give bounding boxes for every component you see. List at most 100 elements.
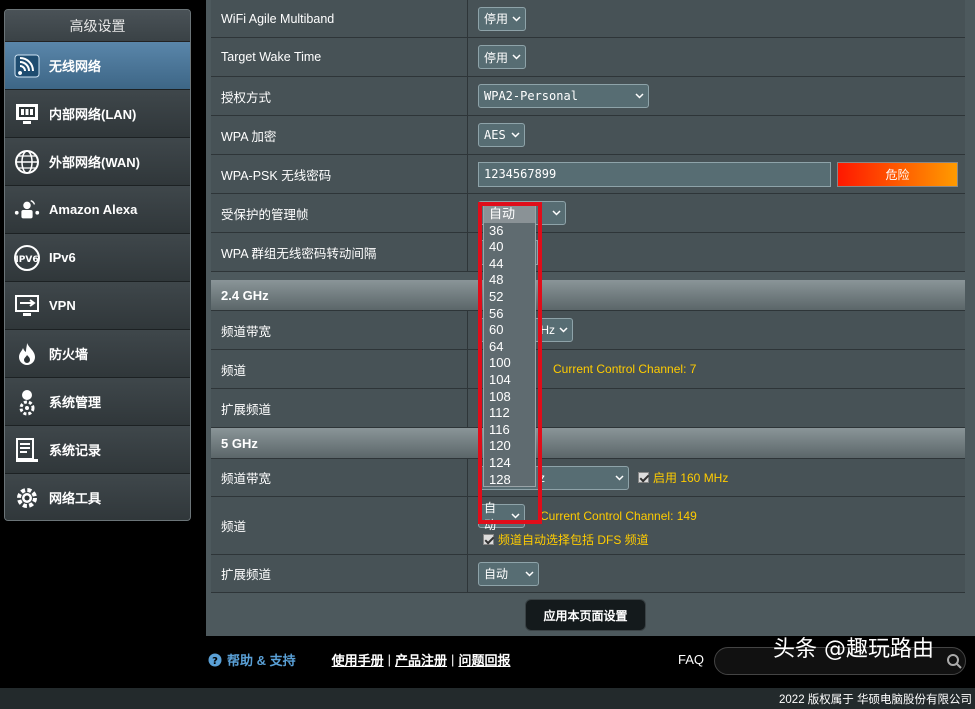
sidebar-item-label: Amazon Alexa bbox=[49, 202, 138, 217]
sidebar-item-admin[interactable]: 系统管理 bbox=[5, 378, 190, 426]
apply-settings-button[interactable]: 应用本页面设置 bbox=[525, 599, 646, 631]
section-5ghz: 5 GHz bbox=[211, 428, 965, 459]
chevron-down-icon bbox=[511, 132, 520, 138]
dropdown-option[interactable]: 124 bbox=[484, 455, 535, 472]
feedback-link[interactable]: 问题回报 bbox=[458, 650, 510, 669]
log-icon bbox=[13, 436, 41, 464]
dropdown-option[interactable]: 自动 bbox=[484, 206, 535, 223]
search-icon[interactable] bbox=[943, 650, 965, 672]
dropdown-option[interactable]: 64 bbox=[484, 339, 535, 356]
row-label: 频道带宽 bbox=[211, 459, 468, 496]
sidebar-item-label: 外部网络(WAN) bbox=[49, 155, 140, 170]
row-label: 频道带宽 bbox=[211, 311, 468, 349]
faq-label: FAQ bbox=[678, 652, 705, 667]
chevron-down-icon bbox=[635, 93, 644, 99]
row-wpa-encryption: WPA 加密 AES bbox=[211, 116, 965, 155]
admin-icon bbox=[13, 388, 41, 416]
sidebar-item-vpn[interactable]: VPN bbox=[5, 282, 190, 330]
sidebar-item-ipv6[interactable]: IPV6 IPv6 bbox=[5, 234, 190, 282]
globe-icon bbox=[13, 148, 41, 176]
dropdown-option[interactable]: 52 bbox=[484, 289, 535, 306]
sidebar-item-log[interactable]: 系统记录 bbox=[5, 426, 190, 474]
sidebar-item-label: 无线网络 bbox=[49, 59, 102, 74]
dfs-checkbox[interactable] bbox=[483, 533, 494, 545]
row-label: WPA-PSK 无线密码 bbox=[211, 155, 468, 193]
manual-link[interactable]: 使用手册 bbox=[332, 650, 384, 669]
dropdown-option[interactable]: 60 bbox=[484, 322, 535, 339]
row-label: WiFi Agile Multiband bbox=[211, 0, 468, 37]
link-separator: | bbox=[451, 652, 455, 667]
row-auth-method: 授权方式 WPA2-Personal bbox=[211, 77, 965, 116]
dropdown-option[interactable]: 104 bbox=[484, 372, 535, 389]
enable-160-label: 启用 160 MHz bbox=[653, 471, 729, 485]
row-group-key-rotation: WPA 群组无线密码转动间隔 bbox=[211, 233, 965, 272]
dropdown-option[interactable]: 120 bbox=[484, 438, 535, 455]
sidebar-item-alexa[interactable]: Amazon Alexa bbox=[5, 186, 190, 234]
dropdown-option[interactable]: 36 bbox=[484, 223, 535, 240]
wpa-encryption-select[interactable]: AES bbox=[478, 123, 525, 147]
target-wake-time-select[interactable]: 停用 bbox=[478, 45, 526, 69]
row-24-bandwidth: 频道带宽 Hz bbox=[211, 311, 965, 350]
row-label: 扩展频道 bbox=[211, 389, 468, 427]
chevron-down-icon bbox=[511, 512, 520, 519]
section-2-4ghz: 2.4 GHz bbox=[211, 280, 965, 311]
svg-text:IPV6: IPV6 bbox=[15, 255, 38, 265]
sidebar-item-wireless[interactable]: 无线网络 bbox=[5, 42, 190, 90]
chevron-down-icon bbox=[512, 54, 521, 60]
dropdown-option[interactable]: 116 bbox=[484, 422, 535, 439]
alexa-icon bbox=[13, 196, 41, 224]
sidebar-item-label: 内部网络(LAN) bbox=[49, 107, 137, 122]
row-target-wake-time: Target Wake Time 停用 bbox=[211, 38, 965, 77]
sidebar-title: 高级设置 bbox=[5, 10, 190, 42]
channel-dropdown-list: 自动 36 40 44 48 52 56 60 64 100 104 108 1… bbox=[483, 205, 536, 487]
sidebar-menu: 高级设置 无线网络 内部网络(LAN) 外部网络(WAN) Amazon Ale… bbox=[4, 9, 191, 521]
row-agile-multiband: WiFi Agile Multiband 停用 bbox=[211, 0, 965, 38]
row-5-channel: 频道 自动 Current Control Channel: 149 频道自动选… bbox=[211, 497, 965, 555]
dropdown-option[interactable]: 112 bbox=[484, 405, 535, 422]
dropdown-option[interactable]: 108 bbox=[484, 389, 535, 406]
main-panel: WiFi Agile Multiband 停用 Target Wake Time… bbox=[206, 0, 975, 636]
ipv6-icon: IPV6 bbox=[13, 244, 41, 272]
agile-multiband-select[interactable]: 停用 bbox=[478, 6, 526, 31]
vpn-icon bbox=[13, 292, 41, 320]
dropdown-option[interactable]: 44 bbox=[484, 256, 535, 273]
5-ext-channel-select[interactable]: 自动 bbox=[478, 561, 539, 586]
copyright-text: 2022 版权属于 华硕电脑股份有限公司 bbox=[779, 694, 972, 706]
svg-text:?: ? bbox=[212, 656, 218, 667]
sidebar-item-firewall[interactable]: 防火墙 bbox=[5, 330, 190, 378]
enable-160-checkbox[interactable] bbox=[638, 472, 649, 483]
copyright-bar: 2022 版权属于 华硕电脑股份有限公司 bbox=[0, 688, 975, 709]
dropdown-option[interactable]: 56 bbox=[484, 306, 535, 323]
dropdown-option[interactable]: 100 bbox=[484, 355, 535, 372]
chevron-down-icon bbox=[525, 570, 534, 577]
24-current-channel: Current Control Channel: 7 bbox=[553, 362, 697, 376]
chevron-down-icon bbox=[559, 327, 568, 333]
5-channel-select[interactable]: 自动 bbox=[478, 501, 525, 532]
auth-method-select[interactable]: WPA2-Personal bbox=[478, 84, 649, 108]
sidebar-item-lan[interactable]: 内部网络(LAN) bbox=[5, 90, 190, 138]
row-pmf: 受保护的管理帧 bbox=[211, 194, 965, 233]
help-support[interactable]: ? 帮助 & 支持 bbox=[208, 650, 296, 669]
chevron-down-icon bbox=[512, 15, 521, 22]
lan-icon bbox=[13, 100, 41, 128]
row-wpa-psk: WPA-PSK 无线密码 危险 bbox=[211, 155, 965, 194]
wpa-psk-input[interactable] bbox=[478, 161, 831, 187]
product-registration-link[interactable]: 产品注册 bbox=[395, 650, 447, 669]
dropdown-option[interactable]: 128 bbox=[484, 472, 535, 489]
row-label: WPA 加密 bbox=[211, 116, 468, 154]
sidebar-item-label: 系统管理 bbox=[49, 395, 102, 410]
sidebar-item-label: 网络工具 bbox=[49, 491, 102, 506]
row-24-ext-channel: 扩展频道 bbox=[211, 389, 965, 428]
wireless-settings-form: WiFi Agile Multiband 停用 Target Wake Time… bbox=[211, 0, 965, 593]
dropdown-option[interactable]: 40 bbox=[484, 239, 535, 256]
chevron-down-icon bbox=[552, 210, 561, 216]
row-label: 频道 bbox=[211, 497, 468, 554]
sidebar-item-label: VPN bbox=[49, 298, 76, 313]
5-current-channel: Current Control Channel: 149 bbox=[540, 508, 697, 523]
row-label: 频道 bbox=[211, 350, 468, 388]
tools-gear-icon bbox=[13, 484, 41, 512]
row-label: WPA 群组无线密码转动间隔 bbox=[211, 233, 468, 271]
sidebar-item-wan[interactable]: 外部网络(WAN) bbox=[5, 138, 190, 186]
sidebar-item-tools[interactable]: 网络工具 bbox=[5, 474, 190, 520]
dropdown-option[interactable]: 48 bbox=[484, 272, 535, 289]
